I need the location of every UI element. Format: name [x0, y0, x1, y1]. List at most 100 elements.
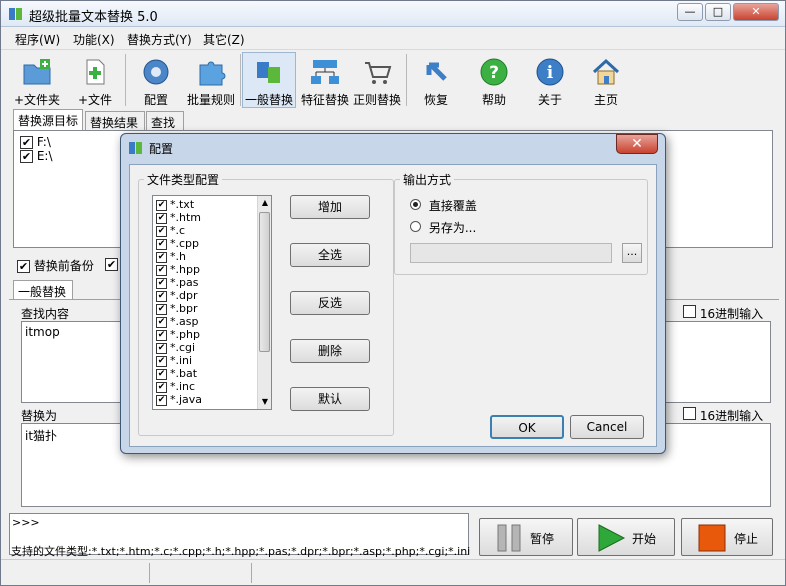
checkbox[interactable]: ✔ — [20, 150, 33, 163]
close-button[interactable]: ✕ — [733, 3, 779, 21]
batch-rule-button[interactable]: 批量规则 — [183, 52, 239, 108]
save-as-path-input[interactable] — [410, 243, 612, 263]
scroll-down-icon[interactable]: ▼ — [259, 395, 271, 409]
file-type-list[interactable]: ✔ *.txt ✔ *.htm ✔ *.c ✔ *.cpp ✔ *.h ✔ *.hpp ✔ *.pas ✔ *… — [152, 195, 272, 410]
menu-bar: 程序(W) 功能(X) 替换方式(Y) 其它(Z) — [1, 28, 785, 50]
stop-icon — [698, 524, 726, 552]
toolbar-label: 特征替换 — [300, 93, 349, 107]
overwrite-option[interactable]: 直接覆盖 — [410, 197, 477, 214]
option-checkbox[interactable]: ✔ — [105, 258, 118, 271]
pause-button[interactable]: 暂停 — [479, 518, 573, 556]
file-type-item[interactable]: ✔ *.bat — [156, 367, 197, 380]
default-types-button[interactable]: 默认 — [290, 387, 370, 411]
file-type-item[interactable]: ✔ *.inc — [156, 380, 195, 393]
save-as-option[interactable]: 另存为... — [410, 219, 476, 236]
find-hex-checkbox[interactable] — [683, 305, 696, 318]
scroll-thumb[interactable] — [259, 212, 270, 352]
source-item[interactable]: ✔ E:\ — [20, 149, 53, 163]
file-type-item[interactable]: ✔ *.asp — [156, 315, 198, 328]
toolbar-label: 主页 — [593, 93, 618, 107]
checkbox[interactable]: ✔ — [20, 136, 33, 149]
file-type-checkbox[interactable]: ✔ — [156, 277, 167, 289]
file-type-item[interactable]: ✔ *.pas — [156, 276, 198, 289]
backup-option[interactable]: ✔ 替换前备份 — [17, 257, 94, 274]
file-type-item[interactable]: ✔ *.txt — [156, 198, 194, 211]
start-button[interactable]: 开始 — [577, 518, 675, 556]
file-type-checkbox[interactable]: ✔ — [156, 264, 167, 276]
ok-button[interactable]: OK — [490, 415, 564, 439]
file-type-item[interactable]: ✔ *.hpp — [156, 263, 200, 276]
restore-button[interactable]: 恢复 — [409, 52, 463, 108]
help-button[interactable]: ? 帮助 — [467, 52, 521, 108]
file-type-checkbox[interactable]: ✔ — [156, 251, 167, 263]
file-type-item[interactable]: ✔ *.php — [156, 328, 200, 341]
menu-other[interactable]: 其它(Z) — [203, 31, 245, 48]
cancel-button[interactable]: Cancel — [570, 415, 644, 439]
stop-label: 停止 — [734, 532, 759, 546]
config-button[interactable]: 配置 — [129, 52, 183, 108]
save-as-label: 另存为... — [428, 221, 477, 235]
file-type-item[interactable]: ✔ *.c — [156, 224, 185, 237]
file-type-item[interactable]: ✔ *.cgi — [156, 341, 195, 354]
file-type-item[interactable]: ✔ *.h — [156, 250, 186, 263]
menu-program[interactable]: 程序(W) — [15, 31, 60, 48]
scroll-up-icon[interactable]: ▲ — [259, 196, 271, 210]
file-type-item[interactable]: ✔ *.bpr — [156, 302, 197, 315]
browse-button[interactable]: ... — [622, 243, 642, 263]
maximize-button[interactable]: □ — [705, 3, 731, 21]
tab-find[interactable]: 查找 — [146, 111, 184, 130]
home-button[interactable]: 主页 — [579, 52, 633, 108]
backup-label: 替换前备份 — [33, 259, 94, 273]
about-icon: i — [536, 58, 564, 86]
replace-hex-option[interactable]: 16进制输入 — [683, 407, 763, 424]
file-type-item[interactable]: ✔ *.htm — [156, 211, 201, 224]
normal-replace-button[interactable]: 一般替换 — [242, 52, 296, 108]
menu-replace-mode[interactable]: 替换方式(Y) — [127, 31, 192, 48]
file-type-checkbox[interactable]: ✔ — [156, 212, 167, 224]
replace-label: 替换为 — [21, 409, 58, 423]
list-scrollbar[interactable]: ▲ ▼ — [257, 196, 271, 409]
add-file-icon — [86, 59, 105, 85]
find-hex-option[interactable]: 16进制输入 — [683, 305, 763, 322]
file-type-item[interactable]: ✔ *.dpr — [156, 289, 197, 302]
select-all-button[interactable]: 全选 — [290, 243, 370, 267]
regex-replace-button[interactable]: 正则替换 — [350, 52, 404, 108]
invert-selection-button[interactable]: 反选 — [290, 291, 370, 315]
file-type-checkbox[interactable]: ✔ — [156, 342, 167, 354]
file-type-checkbox[interactable]: ✔ — [156, 355, 167, 367]
file-type-checkbox[interactable]: ✔ — [156, 238, 167, 250]
feature-replace-button[interactable]: 特征替换 — [298, 52, 352, 108]
file-type-label: *.php — [170, 328, 200, 341]
add-file-button[interactable]: +文件 — [67, 52, 123, 108]
file-type-checkbox[interactable]: ✔ — [156, 368, 167, 380]
replace-hex-checkbox[interactable] — [683, 407, 696, 420]
file-type-checkbox[interactable]: ✔ — [156, 329, 167, 341]
source-item[interactable]: ✔ F:\ — [20, 135, 51, 149]
tab-source-target[interactable]: 替换源目标 — [13, 109, 83, 131]
delete-type-button[interactable]: 删除 — [290, 339, 370, 363]
file-type-label: *.ini — [170, 354, 193, 367]
overwrite-radio[interactable] — [410, 199, 421, 210]
stop-button[interactable]: 停止 — [681, 518, 773, 556]
minimize-button[interactable]: — — [677, 3, 703, 21]
file-type-checkbox[interactable]: ✔ — [156, 199, 167, 211]
add-type-button[interactable]: 增加 — [290, 195, 370, 219]
tab-normal-replace[interactable]: 一般替换 — [13, 280, 73, 300]
file-type-checkbox[interactable]: ✔ — [156, 290, 167, 302]
about-button[interactable]: i 关于 — [523, 52, 577, 108]
file-type-checkbox[interactable]: ✔ — [156, 225, 167, 237]
backup-checkbox[interactable]: ✔ — [17, 260, 30, 273]
file-type-label: *.h — [170, 250, 186, 263]
tab-replace-result[interactable]: 替换结果 — [85, 111, 145, 130]
file-type-item[interactable]: ✔ *.ini — [156, 354, 192, 367]
file-type-checkbox[interactable]: ✔ — [156, 394, 167, 406]
dialog-close-button[interactable]: ✕ — [616, 134, 658, 154]
menu-function[interactable]: 功能(X) — [73, 31, 115, 48]
file-type-item[interactable]: ✔ *.java — [156, 393, 202, 406]
file-type-checkbox[interactable]: ✔ — [156, 303, 167, 315]
file-type-item[interactable]: ✔ *.cpp — [156, 237, 199, 250]
file-type-checkbox[interactable]: ✔ — [156, 381, 167, 393]
add-folder-button[interactable]: +文件夹 — [9, 52, 65, 108]
file-type-checkbox[interactable]: ✔ — [156, 316, 167, 328]
save-as-radio[interactable] — [410, 221, 421, 232]
